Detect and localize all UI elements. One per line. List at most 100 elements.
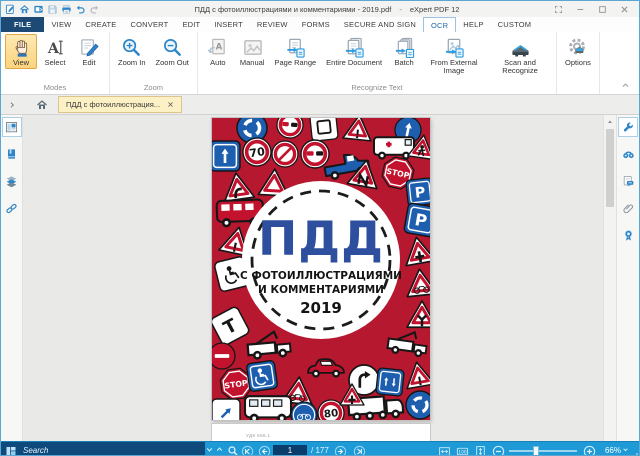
print-icon[interactable] xyxy=(61,4,72,15)
menu-tab-help[interactable]: HELP xyxy=(456,17,490,32)
ribbon-collapse-icon[interactable] xyxy=(621,81,630,90)
bookmarks-icon xyxy=(5,148,18,161)
ribbon-button-zoom-in[interactable]: Zoom In xyxy=(114,34,150,69)
ribbon-button-from-external-image[interactable]: From External Image xyxy=(422,34,486,77)
last-page-icon[interactable] xyxy=(353,445,366,456)
scrollbar-thumb[interactable] xyxy=(606,129,614,207)
next-page-icon[interactable] xyxy=(334,445,347,456)
right-panel-tab-tools[interactable] xyxy=(618,117,638,137)
ribbon-button-view[interactable]: View xyxy=(5,34,37,69)
zoom-out-circle-icon[interactable] xyxy=(492,445,505,456)
ribbon-button-zoom-out[interactable]: Zoom Out xyxy=(152,34,193,69)
page-number-input[interactable]: 1 xyxy=(273,445,307,456)
undo-icon[interactable] xyxy=(75,4,86,15)
ribbon-button-label: Scan and Recognize xyxy=(492,59,548,75)
document-tab[interactable]: ПДД с фотоиллюстрация... xyxy=(58,96,182,113)
app-logo-icon[interactable] xyxy=(5,4,16,15)
ribbon-group-label: Zoom xyxy=(113,82,194,94)
menu-tab-secure-and-sign[interactable]: SECURE AND SIGN xyxy=(337,17,423,32)
close-icon[interactable] xyxy=(620,5,629,14)
ribbon-button-entire-document[interactable]: Entire Document xyxy=(322,34,386,69)
window-title: ПДД с фотоиллюстрациями и комментариями … xyxy=(100,5,554,14)
page-total-label: / 177 xyxy=(311,446,329,455)
ribbon-button-options[interactable]: Options xyxy=(561,34,595,69)
title-bar: ПДД с фотоиллюстрациями и комментариями … xyxy=(1,1,639,17)
ribbon-button-auto[interactable]: AAuto xyxy=(202,34,234,69)
ribbon-button-manual[interactable]: Manual xyxy=(236,34,269,69)
ribbon-button-batch[interactable]: Batch xyxy=(388,34,420,69)
right-panel-tab-attachments[interactable] xyxy=(618,198,638,218)
maximize-icon[interactable] xyxy=(598,5,607,14)
left-panel-tab-links[interactable] xyxy=(2,198,22,218)
zoom-in-icon xyxy=(121,37,142,58)
pages-panel-icon[interactable] xyxy=(5,445,17,456)
zoom-level-label[interactable]: 66% xyxy=(597,446,621,455)
left-panel-tab-bookmarks[interactable] xyxy=(2,144,22,164)
left-panel-bar xyxy=(1,115,23,441)
search-prev-icon[interactable] xyxy=(215,445,224,456)
right-panel-tab-comments[interactable] xyxy=(618,171,638,191)
ribbon-button-select[interactable]: ASelect xyxy=(39,34,71,69)
home-icon[interactable] xyxy=(19,4,30,15)
first-page-icon[interactable] xyxy=(241,445,254,456)
zoom-slider-track[interactable] xyxy=(509,450,577,452)
application-window: ПДД с фотоиллюстрациями и комментариями … xyxy=(0,0,640,456)
menu-tab-file[interactable]: FILE xyxy=(1,17,44,32)
svg-text:С ФОТОИЛЛЮСТРАЦИЯМИ: С ФОТОИЛЛЮСТРАЦИЯМИ xyxy=(240,270,402,282)
ribbon-button-edit[interactable]: Edit xyxy=(73,34,105,69)
minimize-icon[interactable] xyxy=(576,5,585,14)
scan-icon xyxy=(510,37,531,58)
ribbon: ViewASelectEditModesZoom InZoom OutZoomA… xyxy=(1,32,639,95)
search-icon xyxy=(622,148,635,161)
main-area: !70STOPP!TSTOPP!80ПДДС ФОТОИЛЛЮСТРАЦИЯМИ… xyxy=(1,115,639,441)
redo-icon[interactable] xyxy=(89,4,100,15)
menu-tab-custom[interactable]: CUSTOM xyxy=(491,17,539,32)
ribbon-button-page-range[interactable]: Page Range xyxy=(270,34,320,69)
menu-tab-forms[interactable]: FORMS xyxy=(295,17,337,32)
fullscreen-icon[interactable] xyxy=(554,5,563,14)
previous-page-icon[interactable] xyxy=(258,445,271,456)
ribbon-button-label: Zoom In xyxy=(118,59,146,67)
menu-tab-edit[interactable]: EDIT xyxy=(175,17,207,32)
ribbon-group-recognize-text: AAutoManual Page Range Entire Document Batc… xyxy=(198,32,557,94)
fit-width-icon[interactable] xyxy=(438,445,451,456)
ribbon-button-scan-and-recognize[interactable]: Scan and Recognize xyxy=(488,34,552,77)
panel-expand-button[interactable] xyxy=(1,101,23,109)
scrollbar-up-icon[interactable] xyxy=(606,118,614,126)
search-placeholder[interactable]: Search xyxy=(23,446,48,455)
open-document-icon[interactable] xyxy=(33,4,44,15)
zoom-slider-handle[interactable] xyxy=(533,446,539,456)
ribbon-group-label xyxy=(560,82,596,94)
ribbon-button-label: Batch xyxy=(394,59,413,67)
zoom-out-icon xyxy=(162,37,183,58)
menu-tab-convert[interactable]: CONVERT xyxy=(124,17,176,32)
zoom-caret-icon[interactable] xyxy=(621,445,630,456)
left-panel-tab-thumbnails[interactable] xyxy=(2,117,22,137)
search-next-icon[interactable] xyxy=(205,445,214,456)
thumbnails-icon xyxy=(5,121,18,134)
home-tab-icon[interactable] xyxy=(36,99,48,111)
svg-text:И КОММЕНТАРИЯМИ: И КОММЕНТАРИЯМИ xyxy=(258,284,384,296)
menu-tab-review[interactable]: REVIEW xyxy=(250,17,295,32)
book-cover-art: !70STOPP!TSTOPP!80ПДДС ФОТОИЛЛЮСТРАЦИЯМИ… xyxy=(212,118,430,420)
right-panel-tab-search[interactable] xyxy=(618,144,638,164)
ribbon-button-label: Edit xyxy=(83,59,96,67)
attachments-icon xyxy=(622,202,635,215)
ribbon-button-label: Page Range xyxy=(274,59,316,67)
save-icon[interactable] xyxy=(47,4,58,15)
resize-grip-icon[interactable] xyxy=(631,448,640,456)
zoom-in-circle-icon[interactable] xyxy=(583,445,596,456)
right-panel-tab-signatures[interactable] xyxy=(618,225,638,245)
tools-icon xyxy=(622,121,635,134)
menu-tab-create[interactable]: CREATE xyxy=(78,17,123,32)
menu-tab-ocr[interactable]: OCR xyxy=(423,17,456,32)
vertical-scrollbar[interactable] xyxy=(603,115,616,441)
actual-size-icon[interactable]: 100 xyxy=(456,445,469,456)
svg-text:2019: 2019 xyxy=(300,299,342,317)
menu-tab-view[interactable]: VIEW xyxy=(44,17,78,32)
left-panel-tab-layers[interactable] xyxy=(2,171,22,191)
tab-close-icon[interactable] xyxy=(167,101,174,108)
menu-tab-insert[interactable]: INSERT xyxy=(207,17,250,32)
fit-page-icon[interactable] xyxy=(474,445,487,456)
search-magnifier-icon[interactable] xyxy=(227,445,239,456)
